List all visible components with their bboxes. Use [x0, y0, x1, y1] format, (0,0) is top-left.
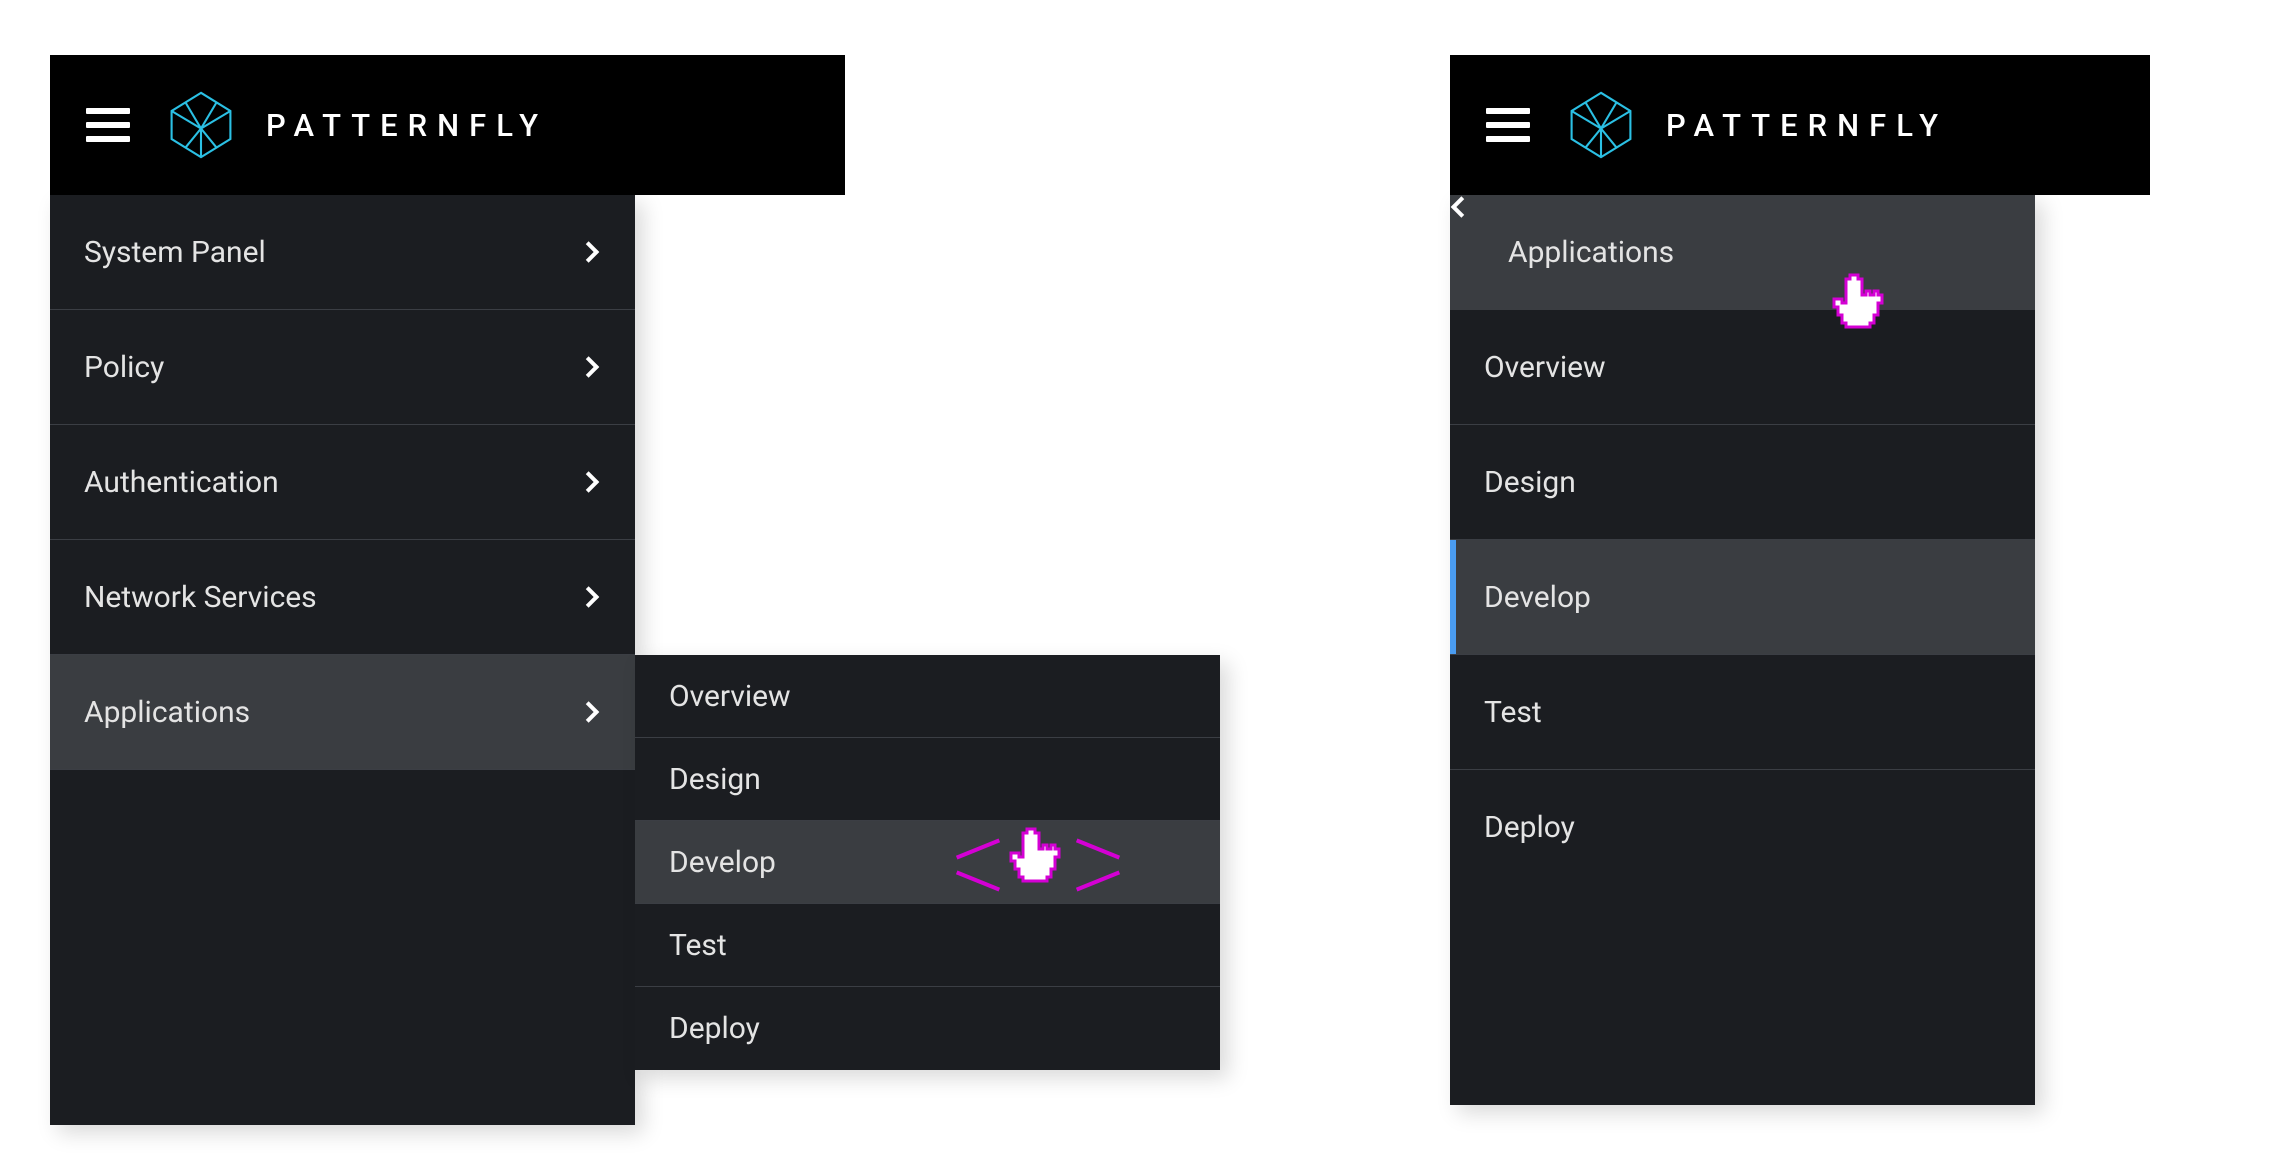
nav-item-label: Applications — [84, 695, 250, 730]
drill-item-label: Deploy — [1484, 810, 1575, 845]
drill-item-design[interactable]: Design — [1450, 425, 2035, 540]
flyout-item-label: Design — [669, 762, 761, 797]
brand-name: PATTERNFLY — [266, 107, 548, 144]
drill-item-develop[interactable]: Develop — [1450, 540, 2035, 655]
patternfly-logo-icon — [1566, 90, 1636, 160]
flyout-nav-example: PATTERNFLY System Panel Policy Authentic… — [50, 55, 845, 1125]
drill-back-label: Applications — [1508, 235, 1674, 270]
chevron-right-icon — [585, 355, 601, 379]
nav-item-system-panel[interactable]: System Panel — [50, 195, 635, 310]
flyout-item-label: Develop — [669, 845, 776, 880]
chevron-right-icon — [585, 700, 601, 724]
drill-item-label: Develop — [1484, 580, 1591, 615]
nav-item-network-services[interactable]: Network Services — [50, 540, 635, 655]
nav-item-label: System Panel — [84, 235, 266, 270]
brand-logo — [1566, 90, 1636, 160]
patternfly-logo-icon — [166, 90, 236, 160]
drill-item-label: Design — [1484, 465, 1576, 500]
app-header: PATTERNFLY — [1450, 55, 2150, 195]
hamburger-icon[interactable] — [86, 108, 130, 142]
brand-logo — [166, 90, 236, 160]
drill-item-deploy[interactable]: Deploy — [1450, 770, 2035, 885]
nav-item-applications[interactable]: Applications — [50, 655, 635, 770]
nav-item-label: Network Services — [84, 580, 317, 615]
nav-item-policy[interactable]: Policy — [50, 310, 635, 425]
flyout-item-develop[interactable]: Develop — [635, 821, 1220, 904]
drill-item-test[interactable]: Test — [1450, 655, 2035, 770]
drill-item-label: Test — [1484, 695, 1542, 730]
drilldown-nav: Applications Overview Design Develop Tes… — [1450, 195, 2035, 1105]
chevron-right-icon — [585, 240, 601, 264]
chevron-right-icon — [585, 585, 601, 609]
hamburger-icon[interactable] — [1486, 108, 1530, 142]
flyout-item-deploy[interactable]: Deploy — [635, 987, 1220, 1070]
flyout-item-label: Deploy — [669, 1011, 760, 1046]
app-header: PATTERNFLY — [50, 55, 845, 195]
nav-item-label: Authentication — [84, 465, 279, 500]
flyout-item-label: Overview — [669, 679, 791, 714]
drill-back-applications[interactable]: Applications — [1450, 195, 2035, 310]
drill-sub-list: Overview Design Develop Test Deploy — [1450, 310, 2035, 885]
nav-item-authentication[interactable]: Authentication — [50, 425, 635, 540]
flyout-menu: Overview Design Develop Test D — [635, 655, 1220, 1070]
drill-item-overview[interactable]: Overview — [1450, 310, 2035, 425]
chevron-right-icon — [585, 470, 601, 494]
flyout-item-overview[interactable]: Overview — [635, 655, 1220, 738]
brand-name: PATTERNFLY — [1666, 107, 1948, 144]
drill-item-label: Overview — [1484, 350, 1606, 385]
drilldown-nav-example: PATTERNFLY Applications Overview Design … — [1450, 55, 2150, 1105]
flyout-item-design[interactable]: Design — [635, 738, 1220, 821]
pointer-cursor-icon — [1007, 825, 1063, 889]
flyout-item-label: Test — [669, 928, 727, 963]
flyout-item-test[interactable]: Test — [635, 904, 1220, 987]
nav-item-label: Policy — [84, 350, 164, 385]
primary-nav: System Panel Policy Authentication Netwo… — [50, 195, 635, 1125]
